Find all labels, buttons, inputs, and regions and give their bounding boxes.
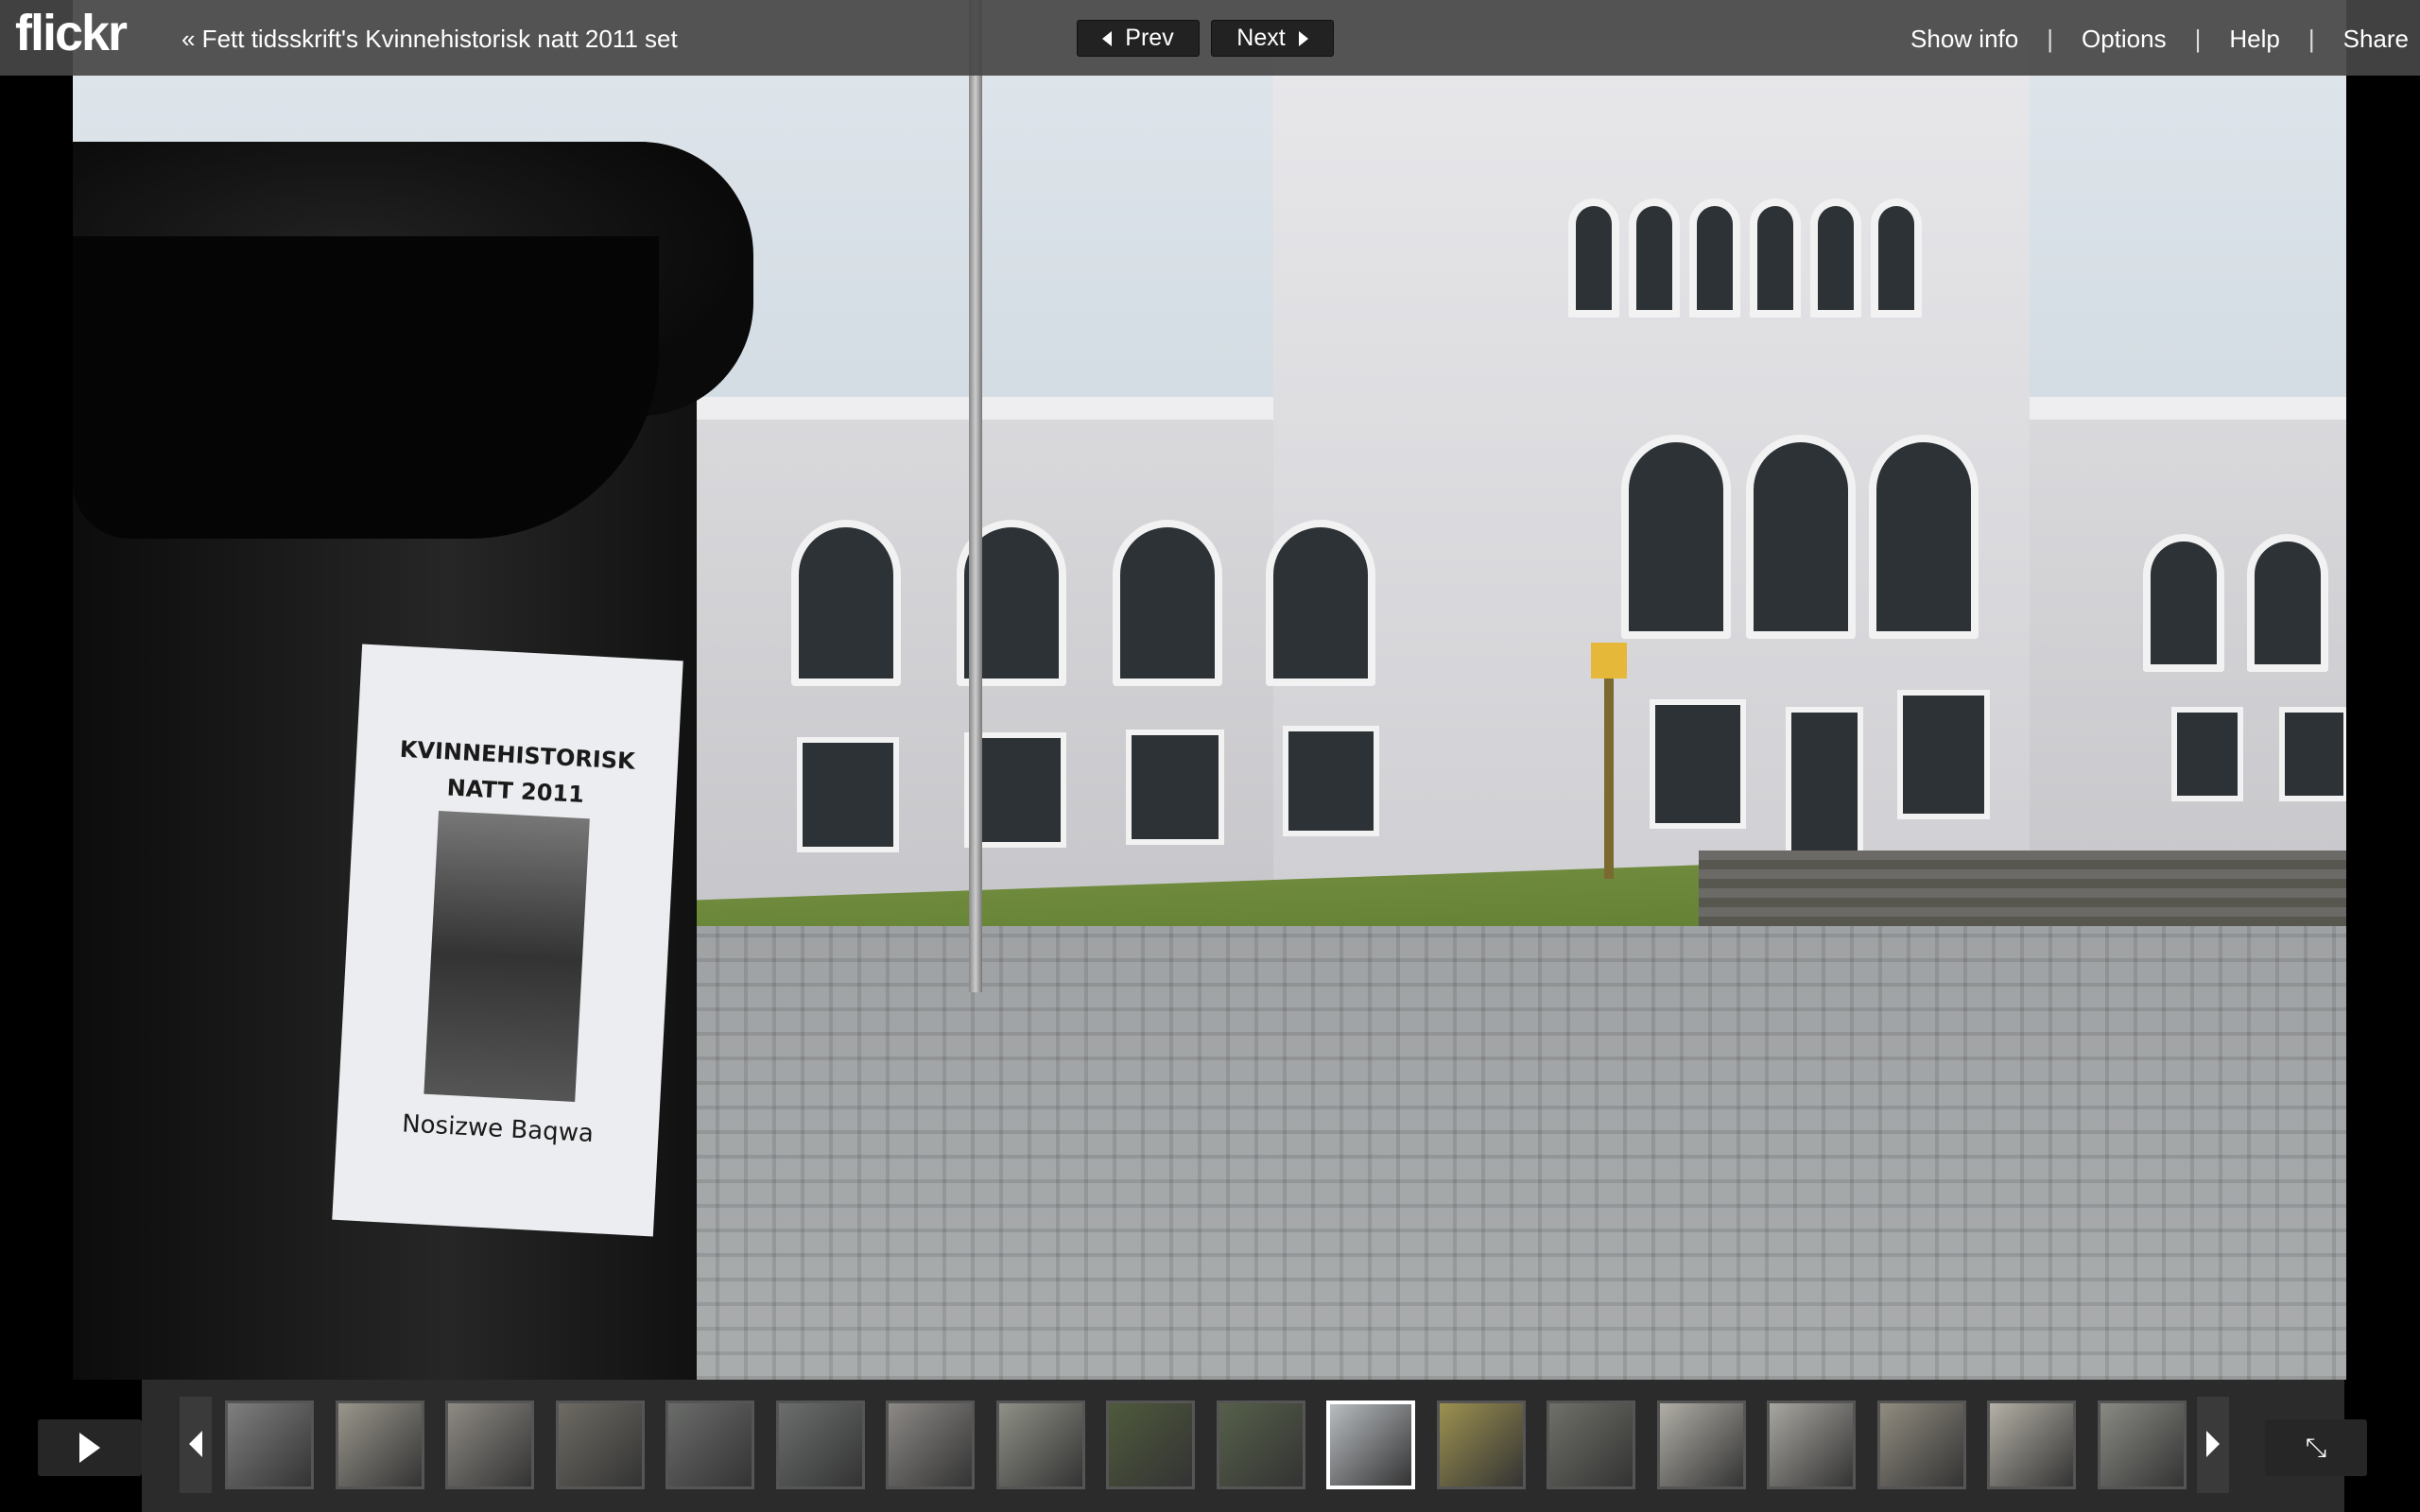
prev-label: Prev bbox=[1125, 25, 1174, 51]
photo-window bbox=[2279, 707, 2346, 801]
menu-separator: | bbox=[2308, 25, 2315, 53]
filmstrip-thumbnail[interactable] bbox=[1326, 1400, 1415, 1489]
photo-window bbox=[2171, 707, 2243, 801]
triangle-left-icon bbox=[1102, 31, 1113, 47]
filmstrip-thumbnail[interactable] bbox=[1217, 1400, 1305, 1489]
main-photo[interactable]: KVINNEHISTORISK NATT 2011 Nosizwe Baqwa bbox=[73, 0, 2346, 1380]
photo-door bbox=[1786, 707, 1863, 869]
photo-window bbox=[1689, 198, 1740, 318]
photo-window bbox=[1810, 198, 1861, 318]
photo-window bbox=[1750, 198, 1801, 318]
filmstrip-thumbnail[interactable] bbox=[1106, 1400, 1195, 1489]
photo-window bbox=[1869, 435, 1979, 639]
filmstrip-thumbnail[interactable] bbox=[776, 1400, 865, 1489]
menu-separator: | bbox=[2047, 25, 2053, 53]
set-link[interactable]: « Fett tidsskrift's Kvinnehistorisk natt… bbox=[182, 25, 678, 54]
filmstrip-prev-button[interactable] bbox=[180, 1397, 212, 1493]
photo-window bbox=[1126, 730, 1224, 845]
photo-window bbox=[1266, 520, 1375, 686]
filmstrip-thumbnail[interactable] bbox=[1767, 1400, 1856, 1489]
photo-lamp-head bbox=[1591, 643, 1627, 679]
slideshow-play-button[interactable] bbox=[38, 1419, 142, 1476]
filmstrip-thumbnail[interactable] bbox=[1987, 1400, 2076, 1489]
filmstrip-thumbnail[interactable] bbox=[1877, 1400, 1966, 1489]
filmstrip-thumbnail[interactable] bbox=[445, 1400, 534, 1489]
top-bar: flickr « Fett tidsskrift's Kvinnehistori… bbox=[0, 0, 2420, 76]
share-link[interactable]: Share bbox=[2343, 25, 2409, 54]
play-icon bbox=[79, 1433, 100, 1463]
photo-window bbox=[1650, 699, 1746, 829]
poster-title: KVINNEHISTORISK NATT 2011 bbox=[354, 729, 680, 817]
photo-window bbox=[2247, 534, 2328, 672]
photo-window bbox=[1746, 435, 1856, 639]
triangle-right-icon bbox=[1298, 31, 1308, 47]
chevron-right-icon bbox=[2206, 1431, 2220, 1457]
logo-text: flickr bbox=[15, 5, 128, 61]
photo-window bbox=[2143, 534, 2224, 672]
next-label: Next bbox=[1236, 25, 1286, 51]
photo-window bbox=[1283, 726, 1379, 836]
filmstrip-thumbnail[interactable] bbox=[2098, 1400, 2187, 1489]
filmstrip-thumbnail[interactable] bbox=[556, 1400, 645, 1489]
photo-window bbox=[797, 737, 899, 852]
fullscreen-toggle-button[interactable]: ⤡ bbox=[2265, 1419, 2367, 1476]
filmstrip-thumbnail[interactable] bbox=[666, 1400, 754, 1489]
filmstrip-thumbnail[interactable] bbox=[225, 1400, 314, 1489]
poster-name: Nosizwe Baqwa bbox=[401, 1109, 595, 1149]
fullscreen-icon: ⤡ bbox=[2305, 1433, 2327, 1462]
photo-street-lamp bbox=[1604, 662, 1614, 879]
photo-window bbox=[1568, 198, 1619, 318]
photo-lamp-pole bbox=[969, 0, 982, 992]
filmstrip-thumbnail[interactable] bbox=[996, 1400, 1085, 1489]
menu-separator: | bbox=[2194, 25, 2202, 53]
photo-poster: KVINNEHISTORISK NATT 2011 Nosizwe Baqwa bbox=[332, 644, 683, 1237]
photo-window bbox=[1629, 198, 1680, 318]
photo-window bbox=[1621, 435, 1731, 639]
filmstrip-next-button[interactable] bbox=[2197, 1397, 2229, 1493]
poster-portrait bbox=[424, 810, 590, 1102]
next-button[interactable]: Next bbox=[1211, 20, 1334, 57]
filmstrip-thumbnail[interactable] bbox=[1437, 1400, 1526, 1489]
photo-window bbox=[1113, 520, 1222, 686]
photo-window bbox=[791, 520, 901, 686]
help-link[interactable]: Help bbox=[2229, 25, 2279, 54]
flickr-logo[interactable]: flickr bbox=[15, 4, 128, 62]
prev-button[interactable]: Prev bbox=[1077, 20, 1200, 57]
top-menu: Show info | Options | Help | Share bbox=[1910, 25, 2409, 54]
photo-trash-bin-opening bbox=[73, 236, 659, 539]
show-info-link[interactable]: Show info bbox=[1910, 25, 2018, 54]
photo-cobblestones bbox=[687, 926, 2346, 1380]
filmstrip-thumbnail[interactable] bbox=[336, 1400, 424, 1489]
photo-window bbox=[1897, 690, 1990, 819]
filmstrip-thumbnail[interactable] bbox=[886, 1400, 975, 1489]
photo-window bbox=[1871, 198, 1922, 318]
filmstrip-thumbnail[interactable] bbox=[1547, 1400, 1635, 1489]
filmstrip-thumbnail[interactable] bbox=[1657, 1400, 1746, 1489]
options-link[interactable]: Options bbox=[2082, 25, 2167, 54]
chevron-left-icon bbox=[189, 1431, 202, 1457]
